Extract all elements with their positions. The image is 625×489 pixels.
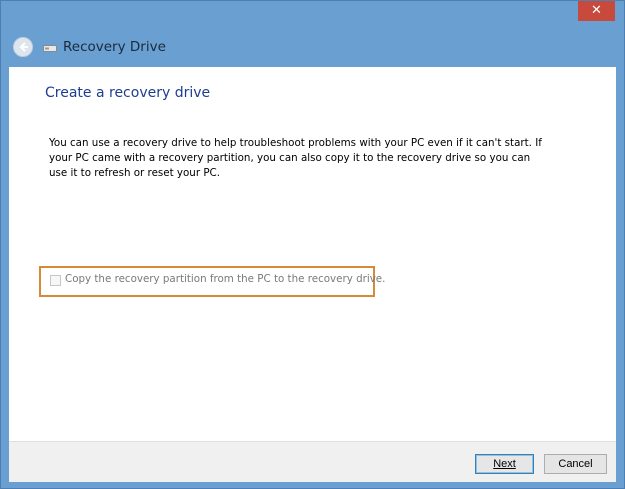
window-title: Recovery Drive — [63, 39, 166, 55]
copy-partition-checkbox[interactable] — [50, 275, 61, 286]
next-button[interactable]: Next — [475, 454, 534, 474]
recovery-drive-window: ✕ Recovery Drive Create a recovery drive… — [0, 0, 625, 489]
back-button[interactable] — [13, 37, 33, 57]
back-arrow-icon — [19, 42, 28, 52]
close-button[interactable]: ✕ — [578, 1, 615, 21]
close-icon: ✕ — [591, 3, 602, 18]
copy-partition-label[interactable]: Copy the recovery partition from the PC … — [65, 272, 385, 287]
content-panel: Create a recovery drive You can use a re… — [9, 67, 616, 441]
description-text: You can use a recovery drive to help tro… — [49, 137, 542, 179]
page-heading: Create a recovery drive — [45, 85, 211, 101]
footer-bar: Next Cancel — [9, 441, 616, 482]
title-bar: ✕ Recovery Drive — [1, 1, 624, 67]
drive-icon — [43, 45, 57, 52]
cancel-button[interactable]: Cancel — [544, 454, 607, 474]
